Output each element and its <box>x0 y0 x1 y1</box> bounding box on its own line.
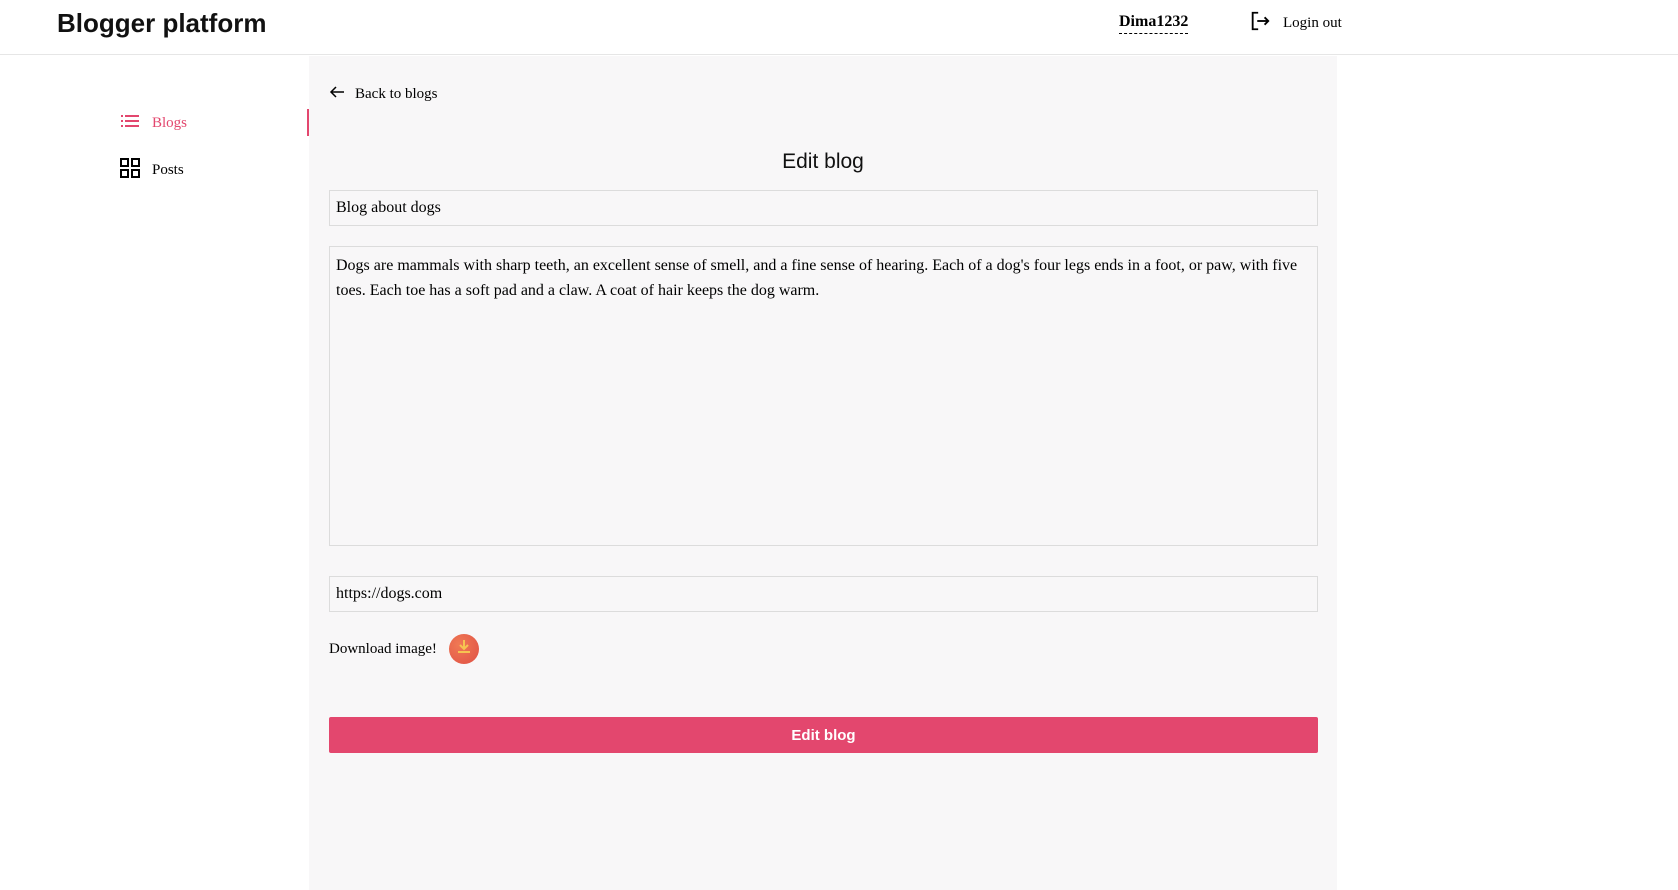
blog-name-input[interactable] <box>329 190 1318 226</box>
sidebar-item-label: Posts <box>152 162 184 178</box>
download-image-label: Download image! <box>329 640 437 657</box>
sidebar-item-posts[interactable]: Posts <box>120 158 184 183</box>
download-icon <box>456 639 472 660</box>
logout-button[interactable]: Login out <box>1249 10 1342 37</box>
download-image-row: Download image! <box>329 634 479 664</box>
website-url-input[interactable] <box>329 576 1318 612</box>
logout-label: Login out <box>1283 15 1342 31</box>
back-label: Back to blogs <box>355 86 438 102</box>
back-to-blogs-link[interactable]: Back to blogs <box>329 85 438 104</box>
sidebar: Blogs Posts <box>0 56 309 890</box>
username-link[interactable]: Dima1232 <box>1119 13 1189 34</box>
download-image-button[interactable] <box>448 634 479 664</box>
page-title: Edit blog <box>782 150 864 173</box>
sidebar-item-label: Blogs <box>152 115 188 131</box>
header: Blogger platform Dima1232 Login out <box>0 0 1678 55</box>
edit-blog-button[interactable]: Edit blog <box>329 717 1318 753</box>
blog-description-textarea[interactable]: Dogs are mammals with sharp teeth, an ex… <box>329 246 1318 546</box>
logout-icon <box>1249 10 1271 37</box>
sidebar-item-blogs[interactable]: Blogs <box>120 111 187 136</box>
grid-icon <box>120 158 140 183</box>
main-content: Back to blogs Edit blog Dogs are mammals… <box>309 56 1337 890</box>
arrow-left-icon <box>329 85 345 104</box>
app-logo: Blogger platform <box>57 8 267 38</box>
list-icon <box>120 111 140 136</box>
